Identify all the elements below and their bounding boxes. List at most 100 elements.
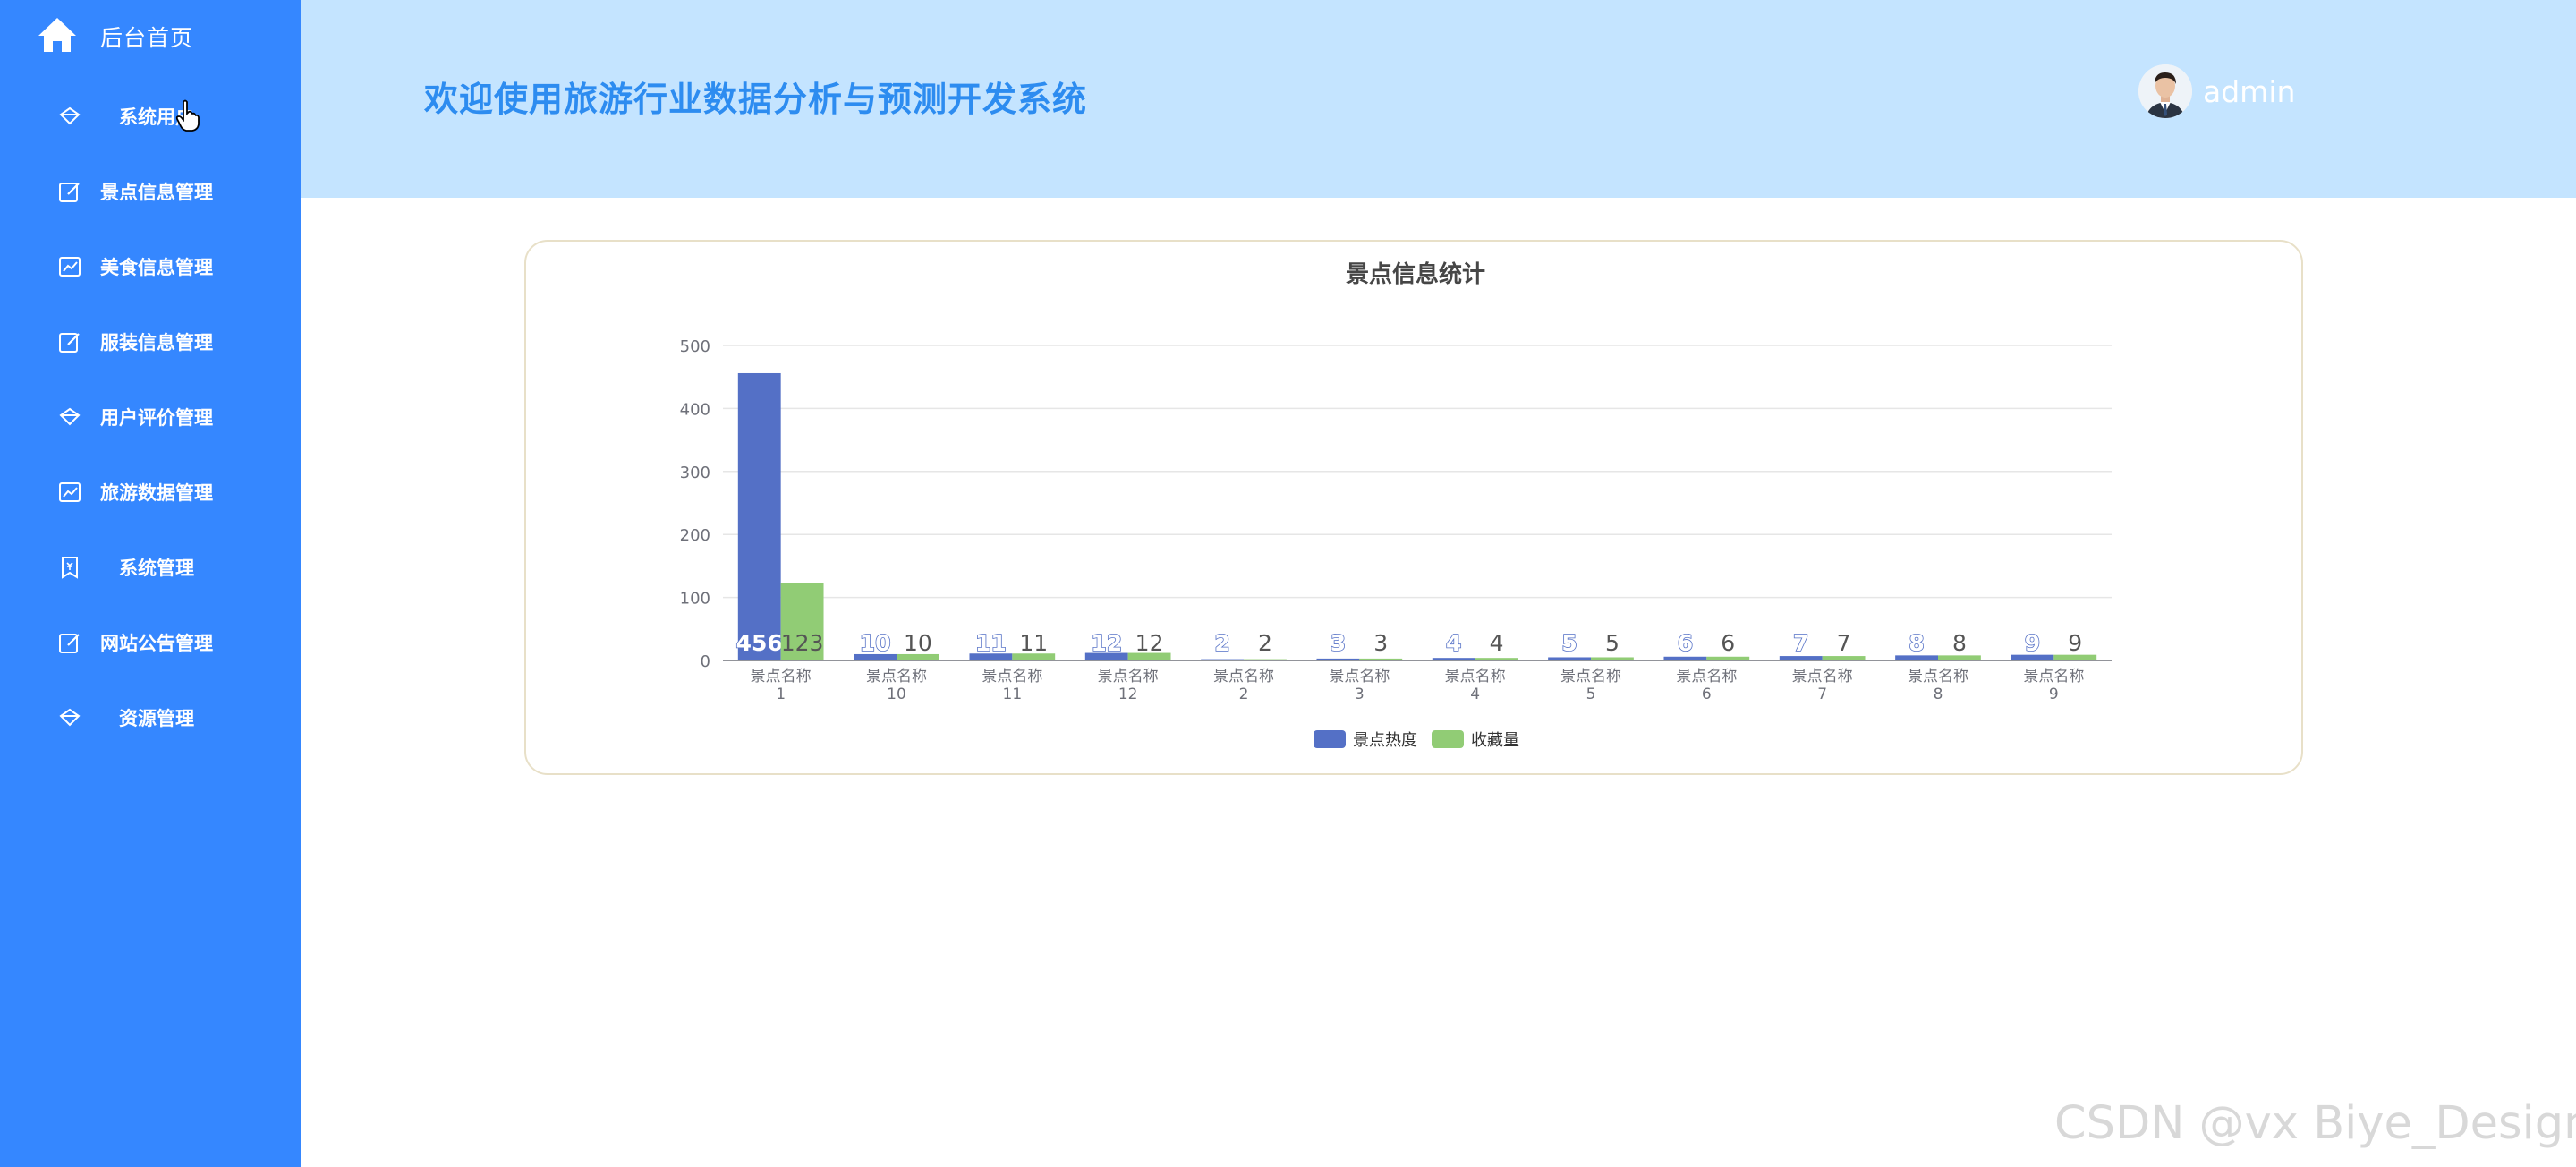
edit-icon	[57, 179, 82, 204]
sidebar-item-system-admin[interactable]: 系统管理	[0, 541, 301, 594]
bar-data-label: 3	[1331, 630, 1346, 656]
x-tick-label: 7	[1817, 686, 1827, 703]
bar-data-label: 6	[1721, 630, 1735, 656]
bar	[1938, 655, 1981, 660]
bar	[1591, 657, 1634, 660]
sidebar-item-food[interactable]: 美食信息管理	[0, 240, 301, 294]
bar	[1475, 658, 1518, 660]
legend-label: 收藏量	[1471, 731, 1519, 750]
diamond-icon	[57, 104, 82, 129]
bar	[1895, 655, 1938, 660]
sidebar-item-reviews[interactable]: 用户评价管理	[0, 390, 301, 444]
x-tick-label: 2	[1239, 686, 1249, 703]
bar-data-label: 8	[1909, 630, 1924, 656]
bar-data-label: 3	[1373, 630, 1388, 656]
sidebar-item-travel-data[interactable]: 旅游数据管理	[0, 465, 301, 519]
bar	[1316, 658, 1360, 660]
legend-swatch	[1432, 730, 1464, 748]
x-tick-label: 11	[1003, 686, 1023, 703]
sidebar-item-clothing[interactable]: 服装信息管理	[0, 315, 301, 369]
bar-data-label: 2	[1214, 630, 1229, 656]
username[interactable]: admin	[2203, 74, 2295, 109]
sidebar-home-label: 后台首页	[100, 25, 194, 51]
y-tick-label: 400	[680, 400, 710, 419]
y-tick-label: 100	[680, 590, 710, 609]
bar	[737, 372, 781, 660]
sidebar: 后台首页 系统用户 景点信息管理 美食信息管理 服装信息管理 用户评价管理 旅游…	[0, 0, 301, 1167]
bar	[1663, 656, 1707, 660]
bar	[1359, 658, 1403, 660]
x-tick-label: 5	[1586, 686, 1596, 703]
sidebar-item-system-users[interactable]: 系统用户	[0, 89, 301, 143]
x-tick-label: 景点名称	[1908, 668, 1968, 686]
bar-data-label: 8	[1952, 630, 1967, 656]
y-tick-label: 200	[680, 526, 710, 545]
diamond-icon	[57, 405, 82, 430]
x-tick-label: 景点名称	[2023, 668, 2084, 686]
chart-line-icon	[57, 254, 82, 279]
x-tick-label: 景点名称	[866, 668, 927, 686]
bar-data-label: 9	[2025, 630, 2040, 656]
bar	[1548, 657, 1591, 660]
x-tick-label: 12	[1118, 686, 1138, 703]
chart-line-icon	[57, 480, 82, 505]
diamond-icon	[57, 705, 82, 730]
bar-data-label: 12	[1135, 630, 1164, 656]
sidebar-item-resources[interactable]: 资源管理	[0, 691, 301, 745]
sidebar-item-announcements[interactable]: 网站公告管理	[0, 616, 301, 669]
sidebar-item-label: 用户评价管理	[100, 407, 213, 429]
bar-data-label: 4	[1490, 630, 1504, 656]
x-tick-label: 3	[1355, 686, 1365, 703]
x-tick-label: 景点名称	[1560, 668, 1621, 686]
x-tick-label: 景点名称	[1213, 668, 1274, 686]
bar-data-label: 11	[1019, 630, 1048, 656]
edit-icon	[57, 630, 82, 655]
chart-title: 景点信息统计	[1346, 260, 1485, 288]
bar-data-label: 7	[1793, 630, 1808, 656]
bar	[1432, 658, 1475, 660]
sidebar-item-label: 服装信息管理	[100, 332, 213, 354]
bar-data-label: 123	[781, 630, 824, 656]
y-tick-label: 0	[701, 652, 710, 671]
bar-data-label: 7	[1837, 630, 1851, 656]
bar-data-label: 2	[1258, 630, 1272, 656]
ticket-icon	[57, 555, 82, 580]
home-icon	[36, 13, 79, 60]
app-root: 后台首页 系统用户 景点信息管理 美食信息管理 服装信息管理 用户评价管理 旅游…	[0, 0, 2576, 1167]
x-tick-label: 景点名称	[751, 668, 812, 686]
y-tick-label: 500	[680, 337, 710, 356]
user-menu[interactable]: admin	[2138, 64, 2295, 118]
sidebar-item-label: 资源管理	[119, 708, 194, 729]
bar-data-label: 11	[975, 630, 1007, 656]
bar-data-label: 6	[1678, 630, 1693, 656]
legend-swatch	[1314, 730, 1346, 748]
x-tick-label: 景点名称	[1792, 668, 1853, 686]
edit-icon	[57, 329, 82, 354]
top-header: 欢迎使用旅游行业数据分析与预测开发系统 admin	[301, 0, 2576, 198]
sidebar-item-label: 旅游数据管理	[100, 482, 213, 504]
welcome-title: 欢迎使用旅游行业数据分析与预测开发系统	[424, 80, 1088, 119]
bar-data-label: 10	[860, 630, 891, 656]
bar-data-label: 5	[1605, 630, 1620, 656]
sidebar-item-label: 系统管理	[119, 558, 194, 579]
x-tick-label: 景点名称	[1676, 668, 1737, 686]
bar-data-label: 456	[736, 630, 783, 656]
sidebar-item-home[interactable]: 后台首页	[36, 14, 193, 59]
sidebar-item-attractions[interactable]: 景点信息管理	[0, 165, 301, 218]
x-tick-label: 8	[1934, 686, 1943, 703]
x-tick-label: 景点名称	[1329, 668, 1390, 686]
bar-data-label: 12	[1091, 630, 1122, 656]
sidebar-item-label: 美食信息管理	[100, 257, 213, 278]
watermark: CSDN @vx Biye_Design	[2054, 1097, 2576, 1150]
y-tick-label: 300	[680, 464, 710, 482]
avatar[interactable]	[2138, 64, 2192, 118]
bar-data-label: 9	[2068, 630, 2082, 656]
bar-data-label: 4	[1446, 630, 1461, 656]
legend-label: 景点热度	[1353, 731, 1417, 750]
bar-data-label: 10	[904, 630, 932, 656]
x-tick-label: 景点名称	[1098, 668, 1159, 686]
x-tick-label: 10	[887, 686, 906, 703]
attraction-stats-chart: 景点信息统计0100200300400500景点名称1456123景点名称101…	[680, 260, 2112, 750]
chart-card: 景点信息统计 0 100 200 300 400 500 景点名称 1 456 123 景点名称 10 1…	[524, 240, 2303, 775]
x-tick-label: 9	[2049, 686, 2059, 703]
